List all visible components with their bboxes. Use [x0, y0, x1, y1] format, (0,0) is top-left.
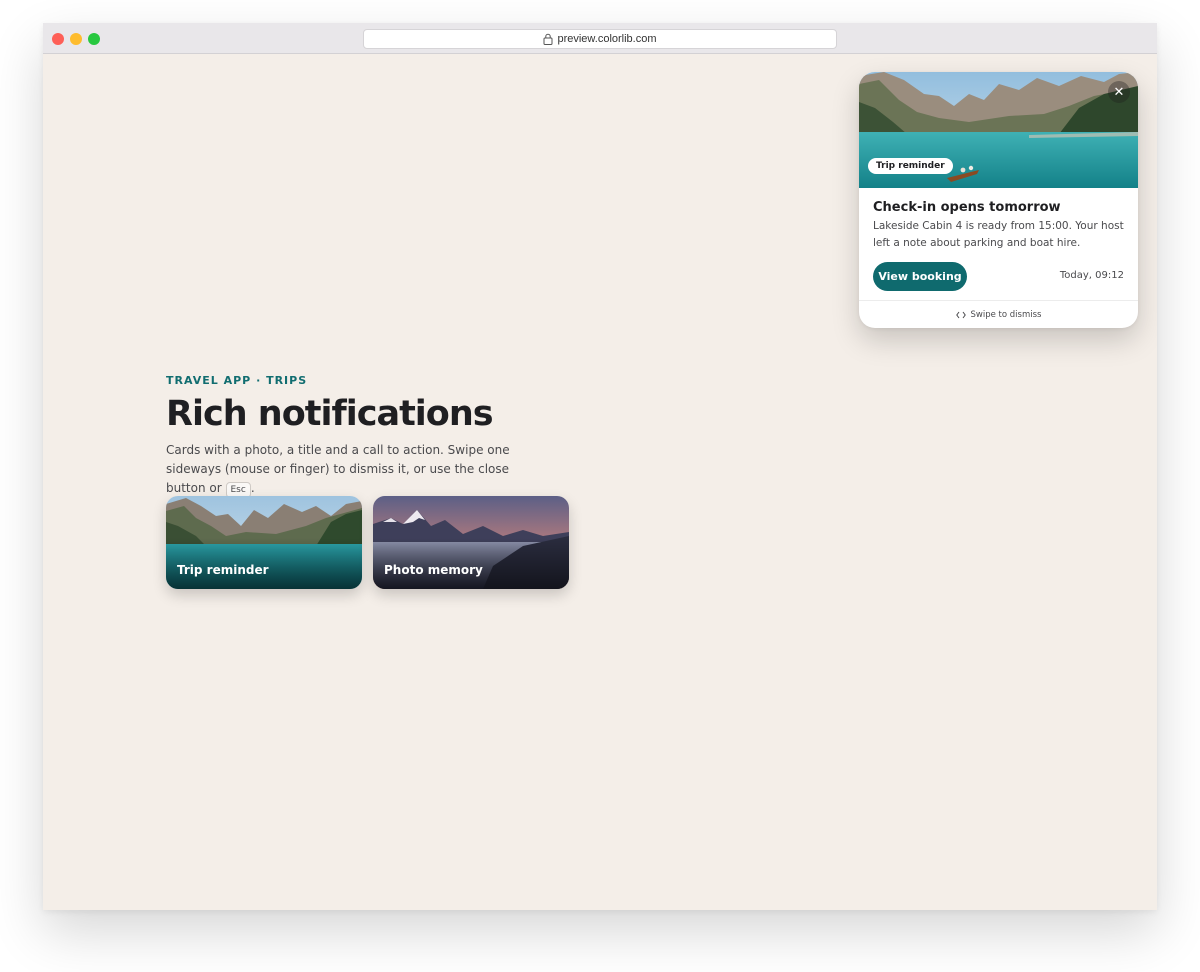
swipe-arrows-icon: [955, 311, 966, 318]
lock-icon: [543, 33, 553, 45]
hero: TRAVEL APP · TRIPS Rich notifications Ca…: [166, 374, 586, 498]
eyebrow: TRAVEL APP · TRIPS: [166, 374, 308, 387]
page-content: TRAVEL APP · TRIPS Rich notifications Ca…: [43, 54, 1157, 910]
card-label: Trip reminder: [177, 563, 269, 577]
notification-body: Lakeside Cabin 4 is ready from 15:00. Yo…: [873, 220, 1124, 249]
view-booking-button[interactable]: View booking: [873, 262, 967, 291]
notification-category-chip: Trip reminder: [868, 158, 953, 174]
description-end: .: [250, 481, 255, 495]
notification-title: Check-in opens tomorrow: [873, 200, 1061, 215]
notification-timestamp: Today, 09:12: [1059, 270, 1124, 281]
photo-memory-card[interactable]: Photo memory: [373, 496, 569, 589]
close-notification-button[interactable]: ✕: [1108, 81, 1130, 103]
card-label: Photo memory: [384, 563, 483, 577]
swipe-hint: Swipe to dismiss: [859, 300, 1138, 328]
demo-cards: Trip reminder Photo memory: [166, 496, 569, 589]
close-window-button[interactable]: [52, 33, 64, 45]
notification-card[interactable]: ✕ Trip reminder Check-in opens tomorrow …: [859, 72, 1138, 328]
page-title: Rich notifications: [166, 394, 494, 434]
browser-window: preview.colorlib.com TRAVEL APP · TRIPS …: [43, 23, 1157, 910]
close-icon: ✕: [1113, 84, 1125, 100]
page-description: Cards with a photo, a title and a call t…: [166, 441, 546, 498]
address-bar[interactable]: preview.colorlib.com: [363, 29, 837, 49]
trip-reminder-card[interactable]: Trip reminder: [166, 496, 362, 589]
description-text: Cards with a photo, a title and a call t…: [166, 443, 510, 495]
zoom-window-button[interactable]: [88, 33, 100, 45]
swipe-hint-label: Swipe to dismiss: [970, 309, 1042, 320]
browser-toolbar: preview.colorlib.com: [43, 23, 1157, 54]
address-url: preview.colorlib.com: [557, 33, 657, 45]
minimize-window-button[interactable]: [70, 33, 82, 45]
